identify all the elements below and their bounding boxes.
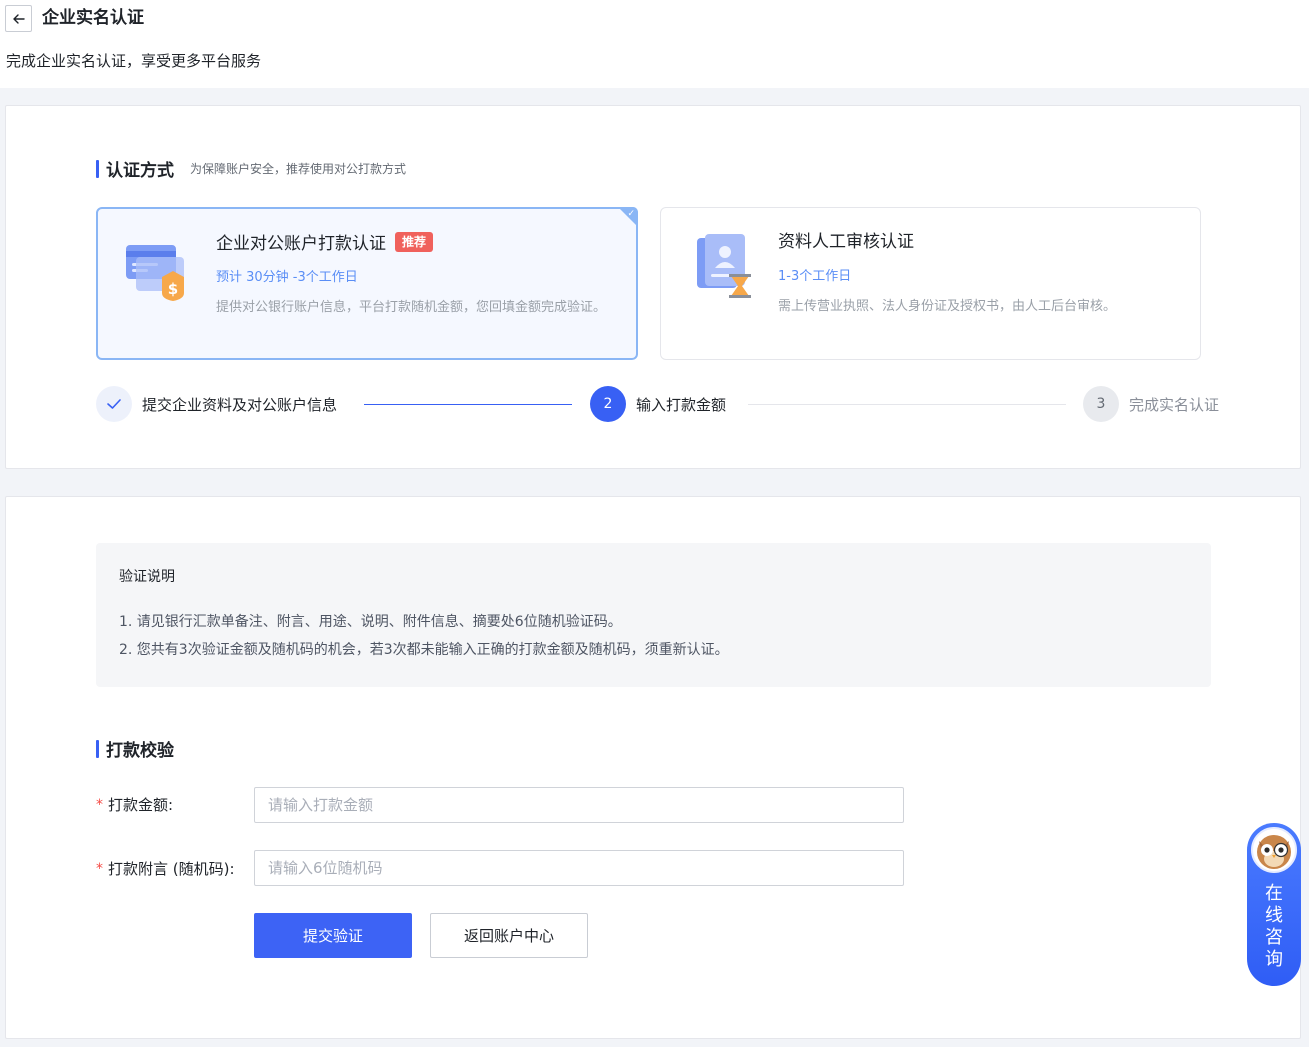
required-mark: * [96, 796, 103, 813]
random-code-input[interactable] [254, 850, 904, 886]
method-title: 资料人工审核认证 [778, 227, 914, 252]
step-label: 完成实名认证 [1129, 395, 1220, 414]
method-description: 需上传营业执照、法人身份证及授权书，由人工后台审核。 [778, 299, 1117, 314]
auth-section-header: 认证方式 为保障账户安全，推荐使用对公打款方式 [96, 156, 406, 181]
verify-card: 验证说明 1. 请见银行汇款单备注、附言、用途、说明、附件信息、摘要处6位随机验… [5, 496, 1301, 1039]
step-label: 输入打款金额 [636, 395, 727, 414]
step-connector-done [364, 404, 572, 405]
page-title: 企业实名认证 [42, 8, 144, 28]
notice-title: 验证说明 [119, 569, 175, 585]
check-icon: ✓ [627, 209, 635, 219]
method-card-manual-review[interactable]: 资料人工审核认证 1-3个工作日 需上传营业执照、法人身份证及授权书，由人工后台… [660, 207, 1201, 360]
back-to-account-button[interactable]: 返回账户中心 [430, 913, 588, 958]
step-2: 2 输入打款金额 [590, 386, 726, 422]
step-3: 3 完成实名认证 [1083, 386, 1219, 422]
amount-field-label: * 打款金额: [96, 794, 173, 815]
auth-section-title: 认证方式 [106, 161, 174, 181]
document-review-icon [697, 234, 751, 298]
notice-line: 2. 您共有3次验证金额及随机码的机会，若3次都未能输入正确的打款金额及随机码，… [119, 642, 729, 658]
consult-label: 在线咨询 [1265, 883, 1283, 970]
code-field-label: * 打款附言 (随机码): [96, 858, 235, 879]
method-title-text: 资料人工审核认证 [778, 232, 914, 252]
step-number: 3 [1083, 386, 1119, 422]
online-consult-button[interactable]: 在线咨询 [1247, 823, 1301, 986]
verify-section-header: 打款校验 [96, 736, 174, 761]
method-title: 企业对公账户打款认证 推荐 [216, 229, 434, 254]
code-label: 打款附言 (随机码): [108, 860, 235, 878]
owl-mascot-icon [1251, 827, 1297, 873]
required-mark: * [96, 860, 103, 877]
section-accent-bar [96, 739, 99, 758]
method-title-text: 企业对公账户打款认证 [216, 234, 386, 254]
step-check-icon [96, 386, 132, 422]
verify-section-title: 打款校验 [106, 741, 174, 761]
step-number: 2 [590, 386, 626, 422]
page-header: 企业实名认证 完成企业实名认证，享受更多平台服务 [0, 0, 1309, 88]
step-connector-pending [748, 404, 1066, 405]
notice-line: 1. 请见银行汇款单备注、附言、用途、说明、附件信息、摘要处6位随机验证码。 [119, 614, 622, 630]
svg-text:$: $ [168, 280, 178, 298]
bank-card-icon: $ [126, 245, 184, 301]
page-subtitle: 完成企业实名认证，享受更多平台服务 [6, 52, 262, 70]
method-card-bank-transfer[interactable]: ✓ $ 企业对公账户打款认证 推荐 预计 30分钟 -3个工作日 提供对公银行账… [96, 207, 638, 360]
amount-label: 打款金额: [108, 796, 174, 814]
method-time: 预计 30分钟 -3个工作日 [216, 270, 358, 285]
verify-notice: 验证说明 1. 请见银行汇款单备注、附言、用途、说明、附件信息、摘要处6位随机验… [96, 543, 1211, 687]
back-button[interactable] [5, 5, 32, 32]
auth-section-hint: 为保障账户安全，推荐使用对公打款方式 [190, 162, 407, 176]
amount-input[interactable] [254, 787, 904, 823]
arrow-left-icon [12, 13, 25, 24]
auth-method-card: 认证方式 为保障账户安全，推荐使用对公打款方式 ✓ $ 企业对公账户打款认证 推… [5, 105, 1301, 469]
recommend-badge: 推荐 [395, 231, 434, 252]
method-time: 1-3个工作日 [778, 269, 852, 284]
step-1: 提交企业资料及对公账户信息 [96, 386, 337, 422]
method-description: 提供对公银行账户信息，平台打款随机金额，您回填金额完成验证。 [216, 300, 607, 315]
step-label: 提交企业资料及对公账户信息 [142, 395, 338, 414]
section-accent-bar [96, 159, 99, 178]
submit-verify-button[interactable]: 提交验证 [254, 913, 412, 958]
